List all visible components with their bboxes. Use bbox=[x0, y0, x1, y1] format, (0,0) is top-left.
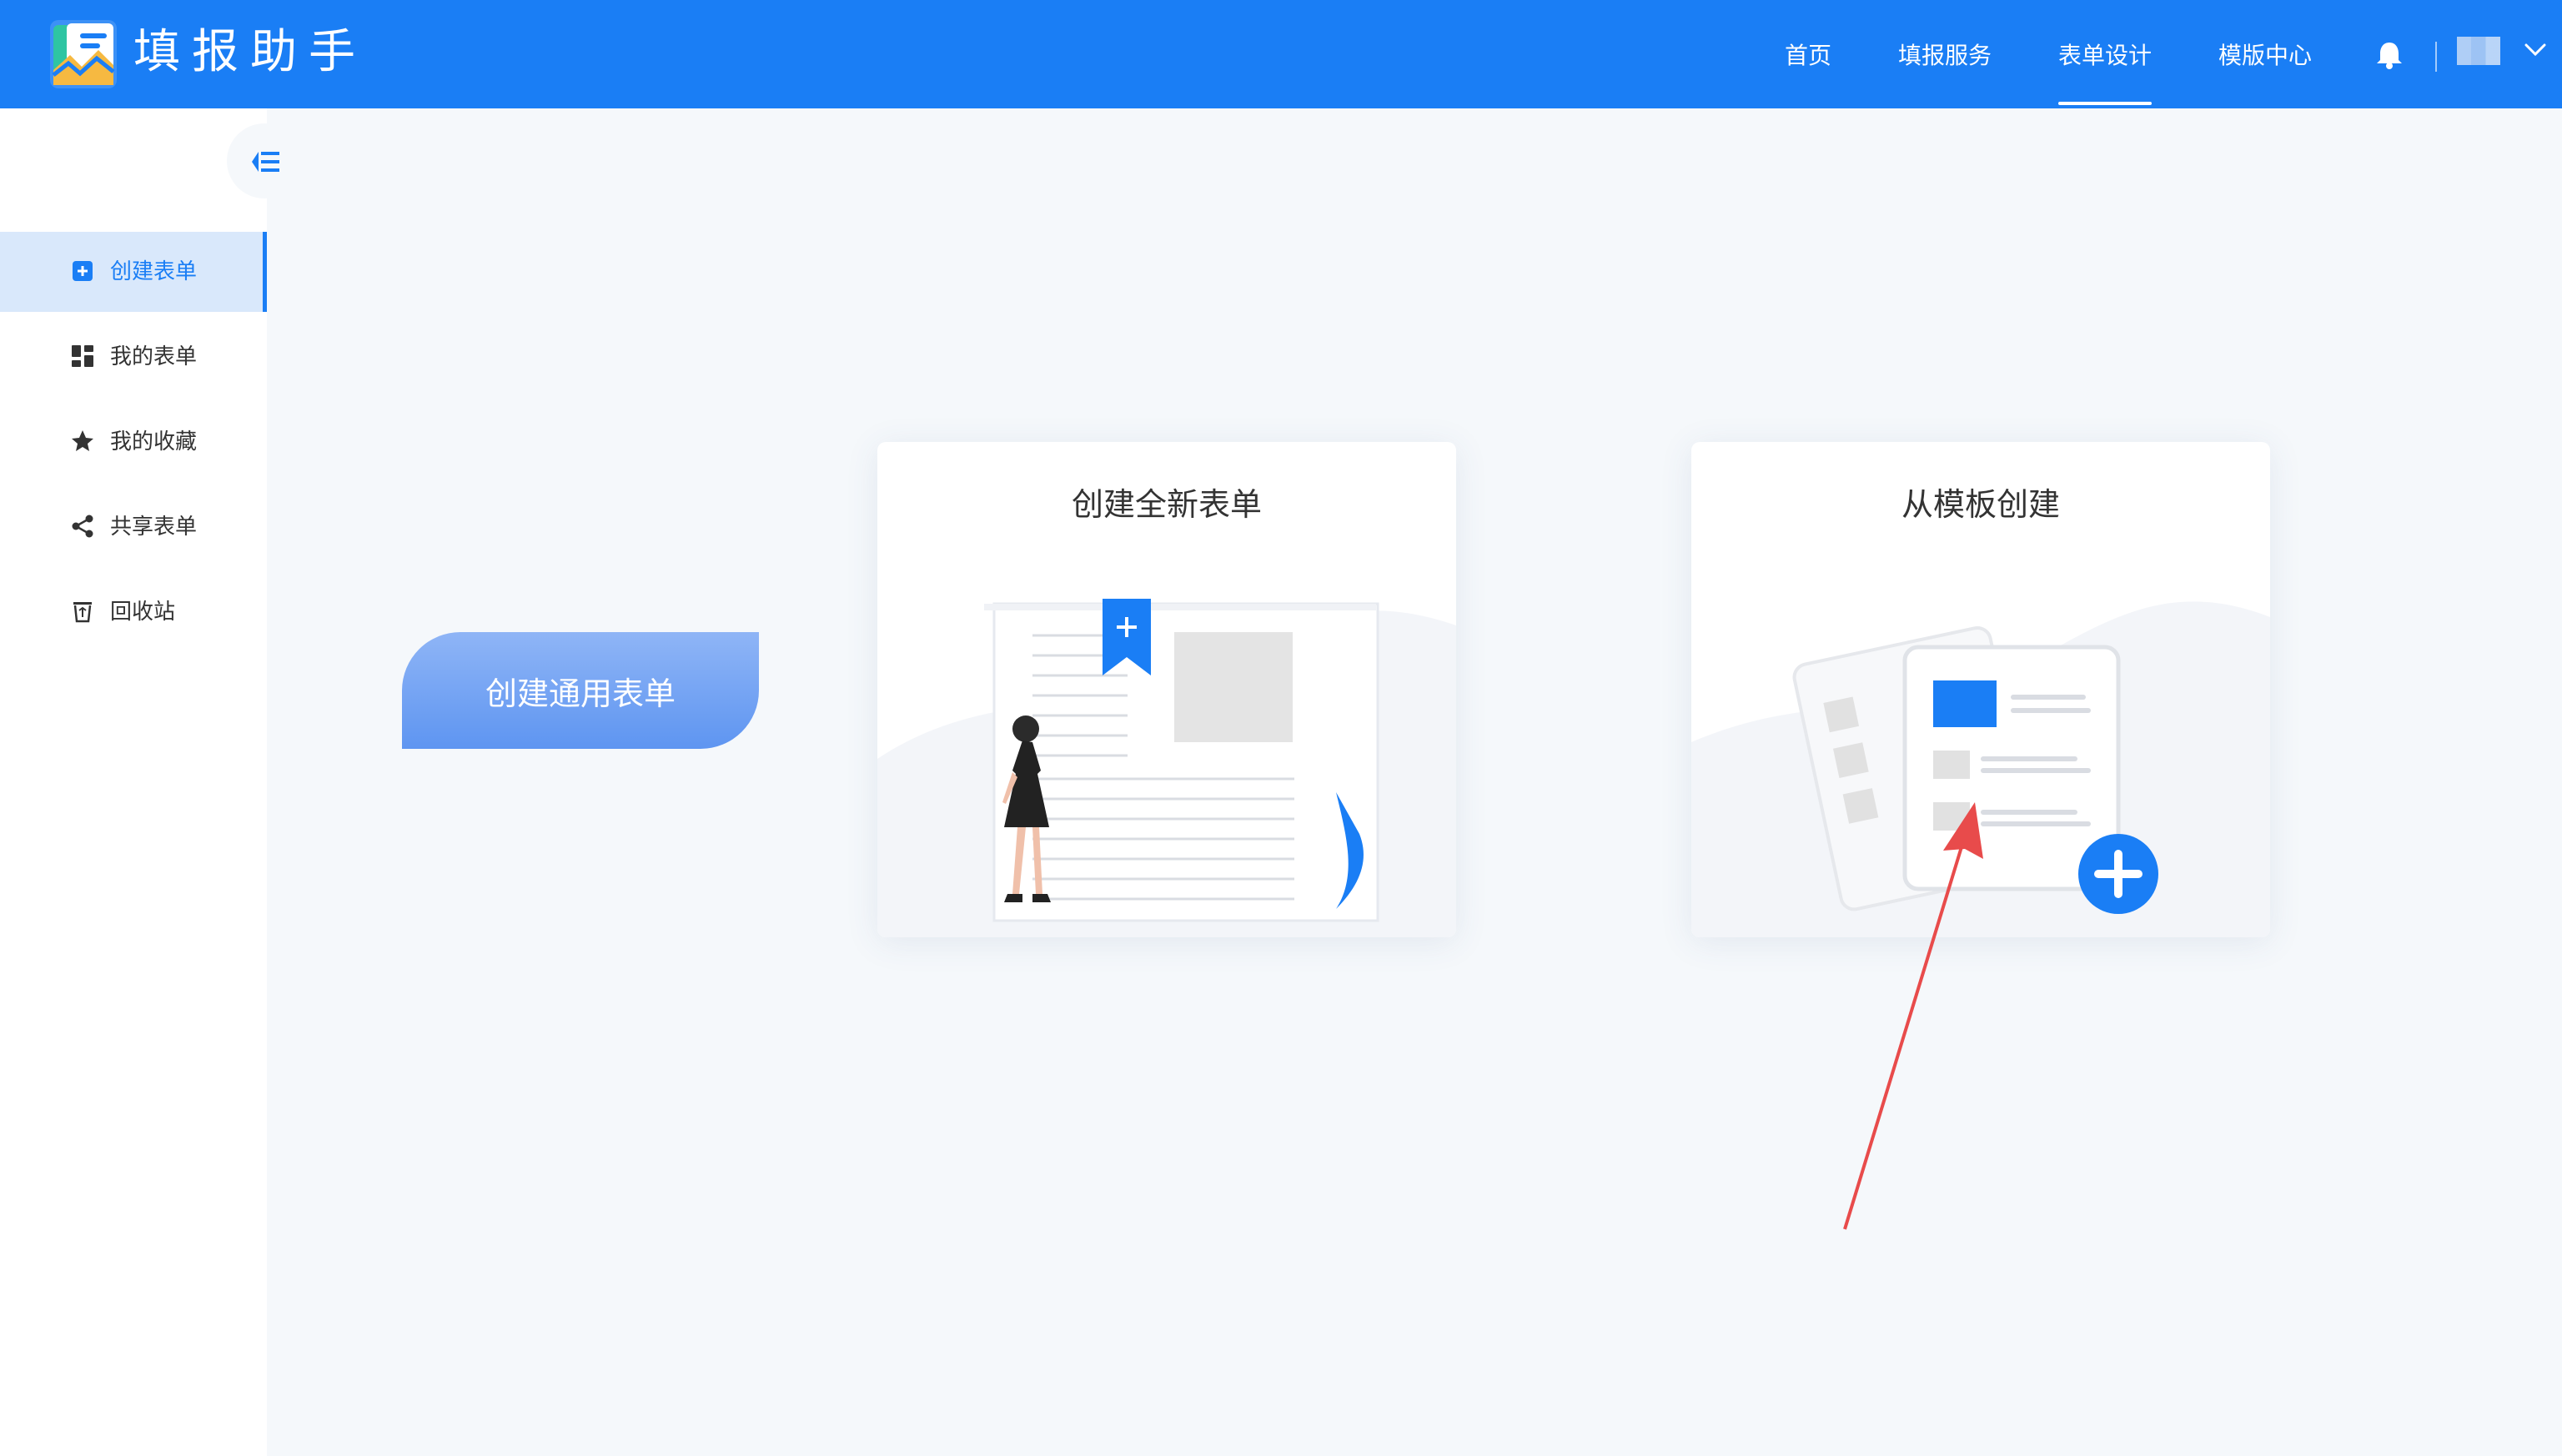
user-avatar[interactable] bbox=[2457, 37, 2500, 65]
nav-home[interactable]: 首页 bbox=[1785, 0, 1831, 108]
app-logo-icon[interactable] bbox=[50, 20, 117, 88]
navbar-divider bbox=[2435, 42, 2437, 72]
collapse-menu-icon bbox=[252, 152, 279, 172]
card-title: 创建全新表单 bbox=[1071, 486, 1262, 523]
sidebar-item-trash[interactable]: 回收站 bbox=[0, 572, 267, 652]
create-new-form-card[interactable]: 创建全新表单 bbox=[877, 442, 1456, 937]
sidebar-collapse-button[interactable] bbox=[227, 123, 302, 198]
bell-icon[interactable] bbox=[2375, 40, 2404, 70]
sidebar-item-favorites[interactable]: 我的收藏 bbox=[0, 402, 267, 482]
sidebar-item-label: 我的表单 bbox=[110, 344, 198, 369]
sidebar-item-create-form[interactable]: 创建表单 bbox=[0, 232, 267, 312]
create-general-form-button[interactable]: 创建通用表单 bbox=[402, 632, 759, 749]
create-from-template-card[interactable]: 从模板创建 bbox=[1691, 442, 2270, 937]
sidebar-item-label: 共享表单 bbox=[110, 515, 198, 540]
nav-template-center[interactable]: 模版中心 bbox=[2218, 0, 2312, 108]
trash-icon bbox=[73, 602, 92, 623]
chevron-down-icon[interactable] bbox=[2524, 42, 2547, 58]
card-title: 从模板创建 bbox=[1901, 486, 2060, 523]
sidebar-item-label: 创建表单 bbox=[110, 259, 198, 284]
share-icon bbox=[72, 515, 93, 538]
sidebar: 创建表单 我的表单 我的收藏 共享表单 回收站 bbox=[0, 108, 267, 1456]
sidebar-item-label: 回收站 bbox=[110, 600, 176, 625]
app-title: 填报助手 bbox=[133, 25, 367, 79]
nav-form-design[interactable]: 表单设计 bbox=[2058, 0, 2153, 108]
sidebar-item-shared[interactable]: 共享表单 bbox=[0, 487, 267, 567]
grid-icon bbox=[72, 345, 93, 367]
add-form-icon bbox=[73, 261, 93, 281]
sidebar-item-label: 我的收藏 bbox=[110, 429, 198, 454]
nav-fill-service[interactable]: 填报服务 bbox=[1898, 0, 1992, 108]
star-icon bbox=[72, 430, 93, 451]
top-navbar: 填报助手 首页 填报服务 表单设计 模版中心 bbox=[0, 0, 2562, 108]
sidebar-item-my-forms[interactable]: 我的表单 bbox=[0, 317, 267, 397]
